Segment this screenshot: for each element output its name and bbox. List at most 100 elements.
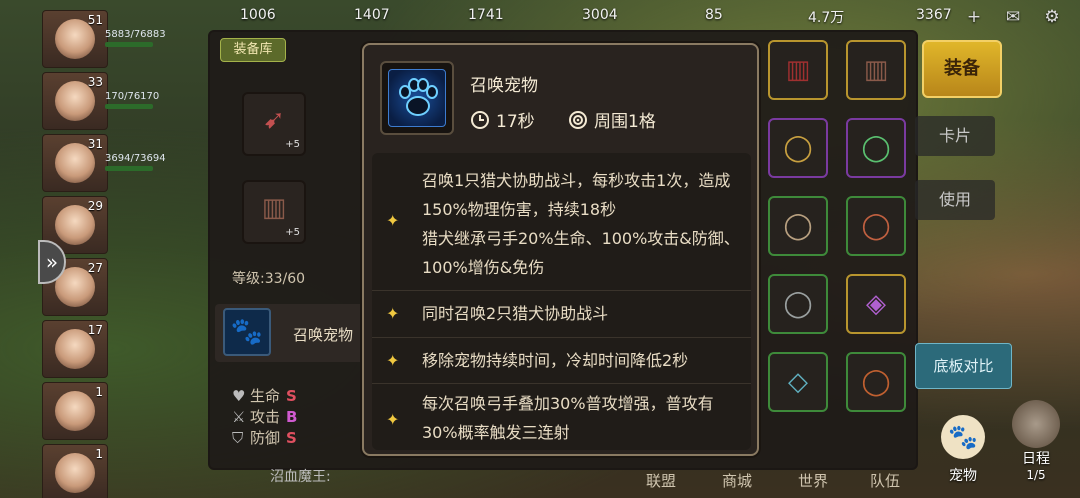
- target-icon: [568, 110, 588, 130]
- hero-hp-bar: [105, 104, 153, 109]
- hero-hp: 170/76170: [105, 91, 160, 102]
- range: 周围1格: [568, 107, 656, 132]
- hero-card[interactable]: 31 3694/73694: [42, 134, 166, 192]
- effect-text: 召唤1只猎犬协助战斗，每秒攻击1次，造成150%物理伤害，持续18秒 猎犬继承弓…: [422, 171, 740, 277]
- gear-icon[interactable]: ⚙: [1042, 8, 1062, 26]
- stat-hp: ♥ 生命 S: [232, 385, 372, 406]
- stat-label: 攻击: [250, 408, 281, 426]
- equipment-slot-armor[interactable]: ▥ +5: [242, 180, 306, 244]
- inventory-slot[interactable]: ◯: [768, 274, 828, 334]
- schedule-count: 1/5: [1026, 468, 1046, 482]
- inventory-slot[interactable]: ▥: [768, 40, 828, 100]
- inventory-slot[interactable]: ◯: [846, 352, 906, 412]
- schedule-label: 日程: [1022, 451, 1050, 467]
- hero-card[interactable]: 1: [42, 444, 108, 498]
- plus-icon[interactable]: +: [964, 8, 984, 26]
- hero-hp-bar: [105, 166, 153, 171]
- hero-card[interactable]: 1: [42, 382, 108, 440]
- resource-2: 1407: [354, 7, 390, 23]
- hero-card[interactable]: 51 5883/76883: [42, 10, 166, 68]
- star-icon: ✦: [386, 211, 400, 230]
- hero-level: 1: [95, 385, 103, 399]
- hero-level: 29: [87, 199, 103, 213]
- mail-icon[interactable]: ✉: [1003, 8, 1023, 26]
- equipment-level: 等级:33/60: [232, 271, 306, 287]
- effect-row: ✦ 召唤1只猎犬协助战斗，每秒攻击1次，造成150%物理伤害，持续18秒 猎犬继…: [372, 153, 751, 290]
- inventory-slot[interactable]: ◈: [846, 274, 906, 334]
- resource-7: 3367: [916, 7, 952, 23]
- effect-text: 同时召唤2只猎犬协助战斗: [422, 304, 609, 323]
- clock-icon: [470, 110, 490, 130]
- shield-icon: ⛉: [232, 429, 244, 447]
- inventory-slot[interactable]: ◇: [768, 352, 828, 412]
- skill-row[interactable]: 🐾 召唤宠物: [215, 304, 365, 362]
- hero-level: 27: [87, 261, 103, 275]
- range-value: 周围1格: [594, 112, 656, 132]
- resource-5: 85: [705, 7, 723, 23]
- cooldown-value: 17秒: [496, 112, 535, 132]
- cooldown: 17秒: [470, 107, 535, 132]
- hero-level: 31: [87, 137, 103, 151]
- hero-hp-bar: [105, 42, 153, 47]
- hero-level: 17: [87, 323, 103, 337]
- paw-icon: [388, 69, 446, 127]
- hero-card[interactable]: 33 170/76170: [42, 72, 159, 130]
- use-button[interactable]: 使用: [915, 180, 995, 220]
- nav-shop[interactable]: 商城: [722, 470, 752, 491]
- enhance-level: +5: [285, 139, 300, 150]
- nav-world[interactable]: 世界: [798, 470, 828, 491]
- chat-preview[interactable]: 沼血魔王:: [270, 466, 570, 486]
- stat-defense: ⛉ 防御 S: [232, 427, 372, 448]
- inventory-slot[interactable]: ◯: [768, 196, 828, 256]
- stat-grade: B: [286, 408, 298, 426]
- effect-text: 移除宠物持续时间，冷却时间降低2秒: [422, 351, 689, 370]
- skill-icon-frame: [380, 61, 454, 135]
- inventory-slot[interactable]: ◯: [768, 118, 828, 178]
- enhance-level: +5: [285, 227, 300, 238]
- hero-hp: 3694/73694: [105, 153, 166, 164]
- compare-button[interactable]: 底板对比: [915, 343, 1012, 389]
- star-icon: ✦: [386, 410, 400, 429]
- card-button[interactable]: 卡片: [915, 116, 995, 156]
- skill-tooltip: 召唤宠物 17秒 周围1格 ✦ 召唤1只猎犬协助战斗，每秒攻击1次，造成150%…: [362, 43, 759, 456]
- equip-button[interactable]: 装备: [922, 40, 1002, 98]
- bottom-nav: 联盟 商城 世界 队伍: [600, 464, 930, 498]
- skill-name: 召唤宠物: [293, 326, 354, 344]
- effect-row: ✦ 移除宠物持续时间，冷却时间降低2秒: [372, 337, 751, 383]
- sword-icon: ⚔: [232, 408, 246, 426]
- paw-icon: 🐾: [223, 308, 271, 356]
- heart-icon: ♥: [232, 387, 246, 405]
- hero-level: 1: [95, 447, 103, 461]
- hero-hp: 5883/76883: [105, 29, 166, 40]
- inventory-slot[interactable]: ▥: [846, 40, 906, 100]
- nav-team[interactable]: 队伍: [870, 470, 900, 491]
- stat-attack: ⚔ 攻击 B: [232, 406, 372, 427]
- inventory-slot[interactable]: ◯: [846, 118, 906, 178]
- stat-label: 防御: [250, 429, 281, 447]
- hero-avatar: [55, 391, 95, 431]
- hero-avatar: [55, 453, 95, 493]
- nav-alliance[interactable]: 联盟: [646, 470, 676, 491]
- star-icon: ✦: [386, 304, 400, 323]
- tab-equipment-library[interactable]: 装备库: [220, 38, 286, 62]
- hero-level: 51: [87, 13, 103, 27]
- stat-label: 生命: [250, 387, 281, 405]
- effect-text: 每次召唤弓手叠加30%普攻增强，普攻有30%概率触发三连射: [422, 394, 714, 442]
- effect-row: ✦ 同时召唤2只猎犬协助战斗: [372, 290, 751, 337]
- pet-label: 宠物: [949, 468, 977, 484]
- hero-card[interactable]: 17: [42, 320, 108, 378]
- resource-3: 1741: [468, 7, 504, 23]
- inventory-slot[interactable]: ◯: [846, 196, 906, 256]
- equipment-slot-weapon[interactable]: ➹ +5: [242, 92, 306, 156]
- resource-1: 1006: [240, 7, 276, 23]
- hero-level: 33: [87, 75, 103, 89]
- pet-button[interactable]: 🐾 宠物: [935, 415, 991, 493]
- stat-grades: ♥ 生命 S ⚔ 攻击 B ⛉ 防御 S: [232, 385, 372, 448]
- resource-6: 4.7万: [808, 10, 845, 26]
- skill-effects: ✦ 召唤1只猎犬协助战斗，每秒攻击1次，造成150%物理伤害，持续18秒 猎犬继…: [372, 153, 751, 450]
- schedule-button[interactable]: 日程 1/5: [1006, 400, 1066, 496]
- skill-title: 召唤宠物: [470, 76, 538, 96]
- star-icon: ✦: [386, 351, 400, 370]
- stat-grade: S: [286, 387, 297, 405]
- paw-icon: 🐾: [941, 415, 985, 459]
